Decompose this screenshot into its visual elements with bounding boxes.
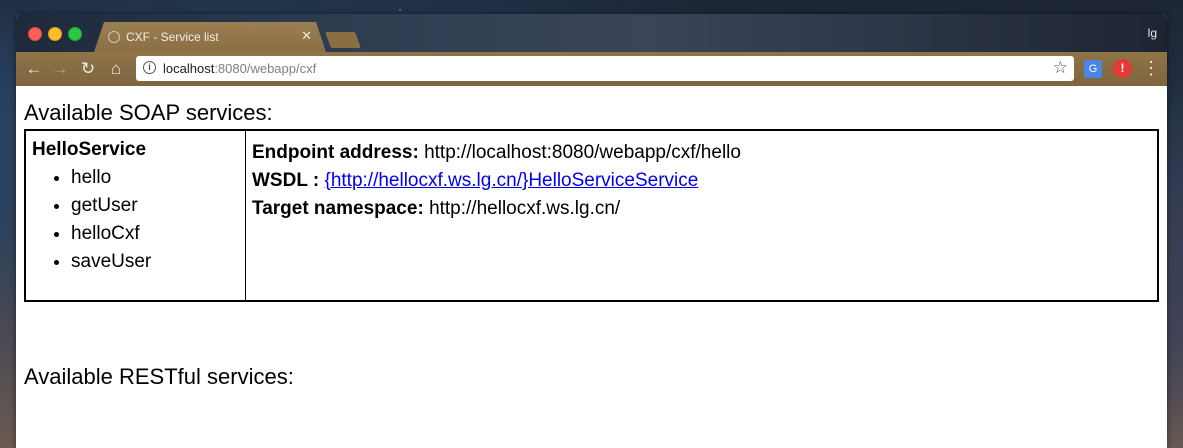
wsdl-label: WSDL :	[252, 170, 320, 191]
window-maximize-button[interactable]	[68, 27, 82, 41]
new-tab-button[interactable]	[325, 32, 361, 48]
window-minimize-button[interactable]	[48, 27, 62, 41]
browser-tab[interactable]: CXF - Service list ✕	[94, 22, 326, 52]
wsdl-link[interactable]: {http://hellocxf.ws.lg.cn/}HelloServiceS…	[324, 170, 698, 191]
endpoint-value: http://localhost:8080/webapp/cxf/hello	[424, 142, 741, 163]
namespace-line: Target namespace: http://hellocxf.ws.lg.…	[252, 195, 1151, 223]
soap-services-table: HelloService hello getUser helloCxf save…	[24, 129, 1159, 302]
namespace-label: Target namespace:	[252, 198, 424, 219]
home-icon[interactable]: ⌂	[106, 59, 126, 79]
tab-favicon-icon	[108, 31, 120, 43]
address-bar[interactable]: i localhost:8080/webapp/cxf ☆	[136, 56, 1074, 81]
url-text[interactable]: localhost:8080/webapp/cxf	[163, 61, 316, 76]
browser-toolbar: ← → ↻ ⌂ i localhost:8080/webapp/cxf ☆ G …	[16, 52, 1167, 86]
back-icon[interactable]: ←	[24, 59, 44, 79]
bookmark-star-icon[interactable]: ☆	[1053, 58, 1068, 78]
wsdl-line: WSDL : {http://hellocxf.ws.lg.cn/}HelloS…	[252, 167, 1151, 195]
browser-window: CXF - Service list ✕ lg ← → ↻ ⌂ i localh…	[16, 14, 1167, 448]
soap-services-heading: Available SOAP services:	[24, 100, 273, 125]
endpoint-line: Endpoint address: http://localhost:8080/…	[252, 139, 1151, 167]
info-icon[interactable]: i	[143, 61, 156, 74]
page-content: Available SOAP services: HelloService he…	[16, 86, 1167, 448]
endpoint-label: Endpoint address:	[252, 142, 419, 163]
service-name: HelloService	[32, 139, 147, 160]
title-bar: CXF - Service list ✕ lg	[16, 14, 1167, 52]
adblock-extension-icon[interactable]: !	[1113, 59, 1132, 78]
service-details-cell: Endpoint address: http://localhost:8080/…	[245, 129, 1159, 302]
menu-icon[interactable]: ⋮	[1142, 58, 1160, 78]
operation-item: hello	[71, 164, 239, 192]
profile-name[interactable]: lg	[1148, 26, 1157, 40]
url-path: :8080/webapp/cxf	[214, 61, 317, 76]
operation-item: helloCxf	[71, 220, 239, 248]
operation-item: saveUser	[71, 248, 239, 276]
service-cell: HelloService hello getUser helloCxf save…	[24, 129, 246, 302]
reload-icon[interactable]: ↻	[78, 59, 98, 79]
translate-extension-icon[interactable]: G	[1084, 60, 1102, 78]
restful-services-heading: Available RESTful services:	[24, 364, 294, 389]
operations-list: hello getUser helloCxf saveUser	[32, 164, 239, 276]
tab-title: CXF - Service list	[126, 30, 219, 44]
service-row: HelloService hello getUser helloCxf save…	[24, 129, 1159, 302]
operation-item: getUser	[71, 192, 239, 220]
tab-close-icon[interactable]: ✕	[301, 28, 312, 44]
forward-icon[interactable]: →	[50, 59, 70, 79]
namespace-value: http://hellocxf.ws.lg.cn/	[429, 198, 621, 219]
url-host: localhost	[163, 61, 215, 76]
window-close-button[interactable]	[28, 27, 42, 41]
